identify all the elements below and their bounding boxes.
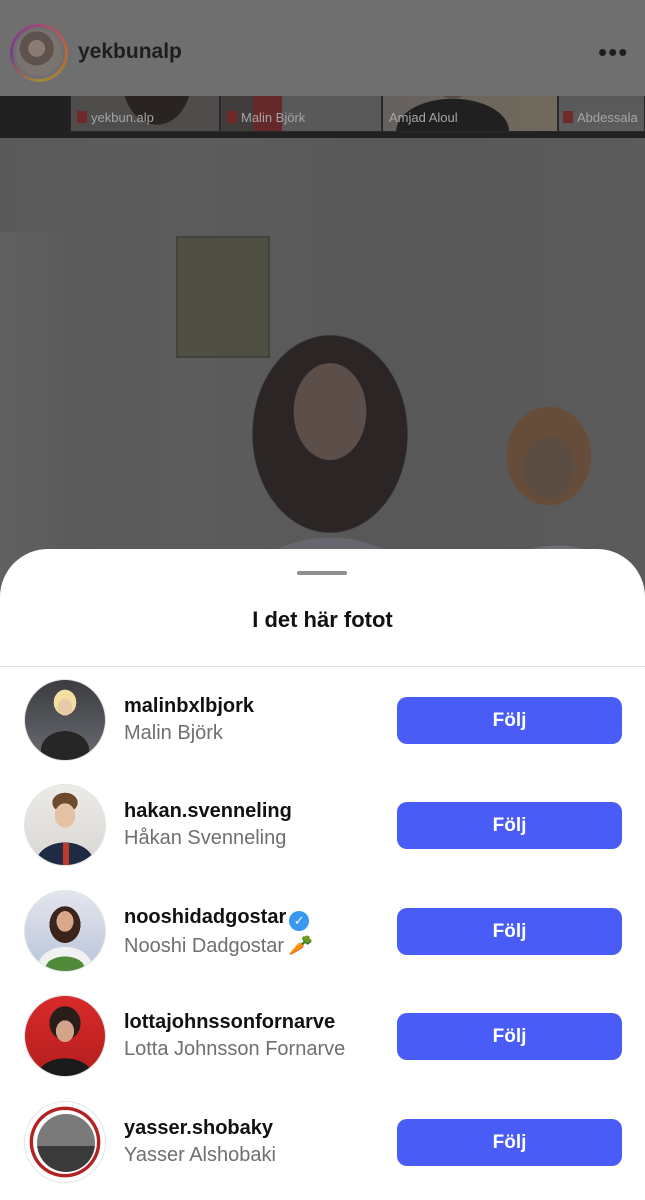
full-name-row: Nooshi Dadgostar 🥕: [124, 933, 313, 958]
divider: [0, 666, 645, 667]
tagged-people-sheet: I det här fotot malinbxlbjork Malin Björ…: [0, 549, 645, 1200]
username-row[interactable]: nooshidadgostar ✓: [124, 906, 310, 931]
avatar[interactable]: [24, 784, 106, 866]
post-author-username[interactable]: yekbunalp: [78, 40, 182, 64]
list-item[interactable]: nooshidadgostar ✓ Nooshi Dadgostar 🥕 Följ: [0, 890, 645, 990]
username[interactable]: nooshidadgostar: [124, 906, 286, 928]
avatar[interactable]: [24, 995, 106, 1077]
post-background: yekbun.alp Malin Björk Amjad Aloul Abdes…: [0, 0, 645, 600]
verified-badge-icon: ✓: [289, 911, 310, 931]
full-name: Yasser Alshobaki: [124, 1144, 276, 1166]
username[interactable]: hakan.svenneling: [124, 800, 292, 823]
username[interactable]: yasser.shobaky: [124, 1117, 273, 1140]
follow-button[interactable]: Följ: [397, 1119, 622, 1166]
list-item[interactable]: hakan.svenneling Håkan Svenneling Följ: [0, 784, 645, 884]
full-name: Lotta Johnsson Fornarve: [124, 1038, 346, 1060]
avatar[interactable]: [24, 1101, 106, 1183]
list-item[interactable]: yasser.shobaky Yasser Alshobaki Följ: [0, 1101, 645, 1200]
follow-button[interactable]: Följ: [397, 697, 622, 744]
sheet-grabber-handle[interactable]: [297, 571, 347, 575]
post-header: yekbunalp •••: [0, 0, 645, 96]
follow-button[interactable]: Följ: [397, 908, 622, 955]
full-name: Malin Björk: [124, 722, 223, 744]
post-author-avatar[interactable]: [10, 24, 68, 82]
sheet-title: I det här fotot: [252, 607, 393, 632]
username[interactable]: malinbxlbjork: [124, 695, 254, 718]
full-name: Nooshi Dadgostar: [124, 935, 285, 957]
more-horizontal-icon[interactable]: •••: [598, 39, 628, 65]
carrot-emoji-icon: 🥕: [288, 935, 313, 957]
follow-button[interactable]: Följ: [397, 802, 622, 849]
avatar[interactable]: [24, 679, 106, 761]
username[interactable]: lottajohnssonfornarve: [124, 1011, 335, 1034]
list-item[interactable]: lottajohnssonfornarve Lotta Johnsson For…: [0, 995, 645, 1095]
avatar[interactable]: [24, 890, 106, 972]
list-item[interactable]: malinbxlbjork Malin Björk Följ: [0, 679, 645, 779]
follow-button[interactable]: Följ: [397, 1013, 622, 1060]
full-name: Håkan Svenneling: [124, 827, 287, 849]
